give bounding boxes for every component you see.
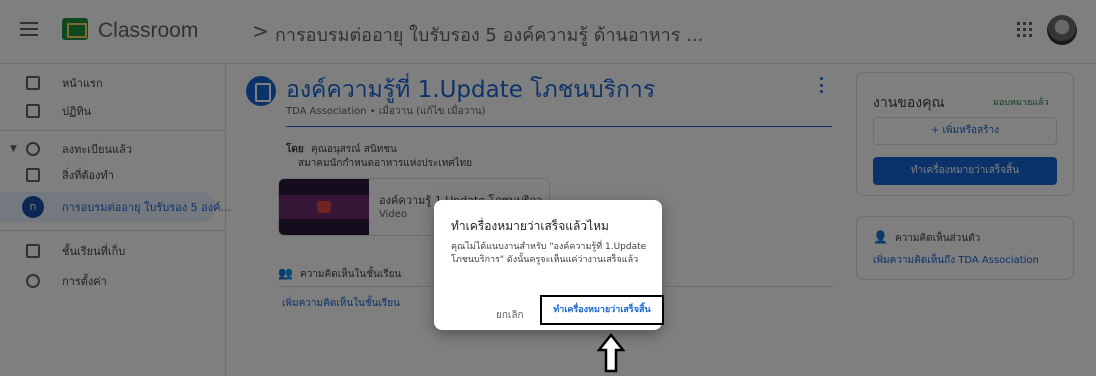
dialog-title: ทำเครื่องหมายว่าเสร็จแล้วไหม (451, 219, 609, 233)
cancel-button[interactable]: ยกเลิก (496, 308, 524, 323)
mark-done-dialog: ทำเครื่องหมายว่าเสร็จแล้วไหม คุณไม่ได้แน… (434, 200, 664, 330)
confirm-mark-done-button[interactable]: ทำเครื่องหมายว่าเสร็จสิ้น (540, 295, 664, 325)
up-arrow-icon (597, 333, 625, 373)
dialog-body: คุณไม่ได้แนบงานสำหรับ "องค์ความรู้ที่ 1.… (451, 242, 647, 265)
